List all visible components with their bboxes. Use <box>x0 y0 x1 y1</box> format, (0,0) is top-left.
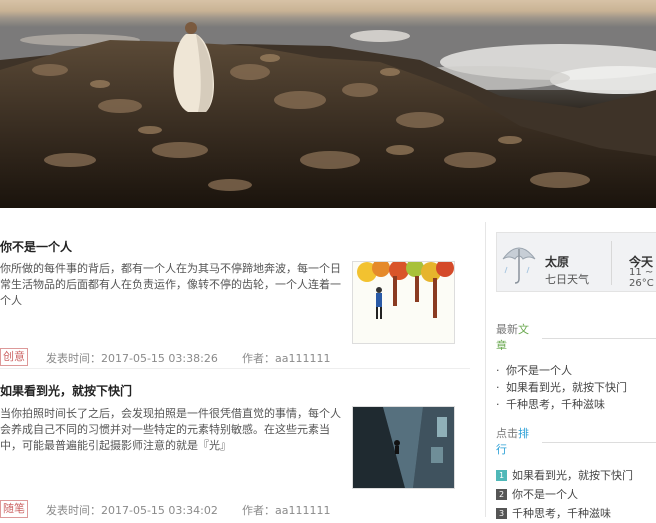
ranking-label: 你不是一个人 <box>512 488 578 501</box>
weather-temperature: 11 ~ 26°C <box>629 267 654 289</box>
ranking-label: 如果看到光，就按下快门 <box>512 469 633 482</box>
click-ranking-heading: 点击排行 <box>496 426 536 458</box>
latest-articles-list: 你不是一个人 如果看到光，就按下快门 千种思考，千种滋味 <box>496 362 627 413</box>
heading-highlight: 行 <box>496 443 507 456</box>
article-title[interactable]: 如果看到光，就按下快门 <box>0 382 132 399</box>
article-list: 你不是一个人 你所做的每件事的背后，都有一个人在为其马不停蹄地奔波，每一个日常生… <box>0 208 470 518</box>
list-item[interactable]: 如果看到光，就按下快门 <box>496 379 627 396</box>
article-item: 如果看到光，就按下快门 当你拍照时间长了之后，会发现拍照是一件很凭借直觉的事情，… <box>0 368 470 518</box>
article-excerpt: 当你拍照时间长了之后，会发现拍照是一件很凭借直觉的事情，每个人会养成自己不同的习… <box>0 407 341 452</box>
rank-badge: 3 <box>496 508 507 519</box>
ranking-item[interactable]: 1 如果看到光，就按下快门 <box>496 466 633 485</box>
temp-value: 26°C <box>629 278 654 289</box>
list-item[interactable]: 千种思考，千种滋味 <box>496 396 627 413</box>
category-tag[interactable]: 创意 <box>0 348 28 366</box>
umbrella-icon <box>502 247 536 284</box>
rank-badge: 1 <box>496 470 507 481</box>
article-item: 你不是一个人 你所做的每件事的背后，都有一个人在为其马不停蹄地奔波，每一个日常生… <box>0 208 470 368</box>
weather-forecast-link[interactable]: 七日天气 <box>545 271 589 287</box>
publish-time: 发表时间：2017-05-15 03:34:02 <box>46 504 218 517</box>
latest-articles-heading: 最新文章 <box>496 322 536 354</box>
ranking-item[interactable]: 2 你不是一个人 <box>496 485 633 504</box>
heading-text: 最新 <box>496 323 518 336</box>
divider <box>542 338 656 339</box>
article-meta: 创意 发表时间：2017-05-15 03:38:26 作者：aa111111 <box>0 348 470 366</box>
ranking-item[interactable]: 3 千种思考，千种滋味 <box>496 504 633 523</box>
article-meta: 随笔 发表时间：2017-05-15 03:34:02 作者：aa111111 <box>0 500 470 518</box>
article-excerpt: 你所做的每件事的背后，都有一个人在为其马不停蹄地奔波，每一个日常生活物品的后面都… <box>0 262 341 307</box>
divider <box>542 442 656 443</box>
click-ranking-list: 1 如果看到光，就按下快门 2 你不是一个人 3 千种思考，千种滋味 <box>496 466 633 523</box>
sidebar: 太原 七日天气 今天 11 ~ 26°C 最新文章 你不是一个人 如果看到光，就… <box>485 222 656 520</box>
list-item[interactable]: 你不是一个人 <box>496 362 627 379</box>
heading-highlight: 文 <box>518 323 529 336</box>
illustration-image <box>353 262 454 343</box>
article-thumbnail[interactable] <box>352 261 455 344</box>
category-tag[interactable]: 随笔 <box>0 500 28 518</box>
heading-highlight: 排 <box>518 427 529 440</box>
temp-range: 11 ~ <box>629 267 654 278</box>
divider <box>611 241 612 285</box>
author: 作者：aa111111 <box>242 504 331 517</box>
weather-widget[interactable]: 太原 七日天气 今天 11 ~ 26°C <box>496 232 656 292</box>
article-thumbnail[interactable] <box>352 406 455 489</box>
author: 作者：aa111111 <box>242 352 331 365</box>
hero-banner <box>0 0 656 208</box>
ranking-label: 千种思考，千种滋味 <box>512 507 611 520</box>
weather-city: 太原 <box>545 255 570 269</box>
street-photo-image <box>353 407 454 488</box>
rank-badge: 2 <box>496 489 507 500</box>
heading-highlight: 章 <box>496 339 507 352</box>
publish-time: 发表时间：2017-05-15 03:38:26 <box>46 352 218 365</box>
hero-banner-image <box>0 0 656 208</box>
heading-text: 点击 <box>496 427 518 440</box>
article-title[interactable]: 你不是一个人 <box>0 238 72 255</box>
